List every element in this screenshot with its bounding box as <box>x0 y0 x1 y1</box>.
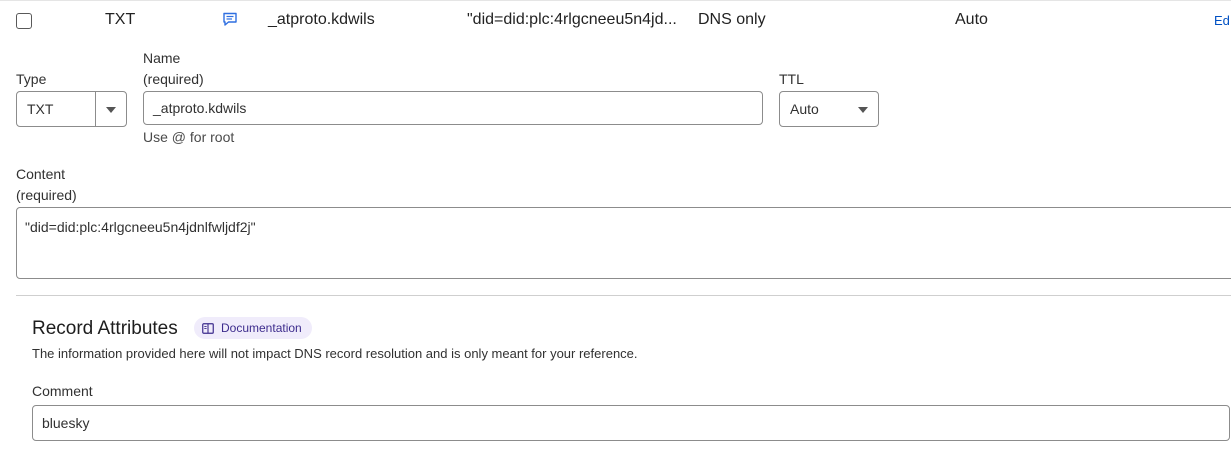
record-attributes-title: Record Attributes <box>32 318 178 339</box>
comment-icon[interactable] <box>222 11 238 27</box>
name-input[interactable]: _atproto.kdwils <box>143 91 763 125</box>
ttl-select[interactable]: Auto <box>779 91 879 127</box>
content-label: Content <box>16 166 66 182</box>
content-required-label: (required) <box>16 187 77 203</box>
name-help-text: Use @ for root <box>143 129 235 145</box>
comment-input[interactable]: bluesky <box>32 405 1230 441</box>
type-select[interactable]: TXT <box>16 91 127 127</box>
row-select-checkbox[interactable] <box>16 13 32 29</box>
caret-down-icon <box>106 107 116 113</box>
row-content: "did=did:plc:4rlgcneeu5n4jd... <box>467 11 677 28</box>
type-select-divider <box>95 92 96 126</box>
ttl-label: TTL <box>779 71 804 87</box>
section-divider <box>16 295 1231 296</box>
documentation-link-label: Documentation <box>221 321 302 335</box>
type-label: Type <box>16 71 47 87</box>
content-textarea[interactable]: "did=did:plc:4rlgcneeu5n4jdnlfwljdf2j" <box>16 207 1231 279</box>
caret-down-icon <box>858 107 868 113</box>
name-required-label: (required) <box>143 71 204 87</box>
type-select-value: TXT <box>27 101 54 117</box>
documentation-link[interactable]: Documentation <box>194 317 312 339</box>
row-type: TXT <box>105 11 136 28</box>
row-edit-link[interactable]: Ed <box>1214 13 1230 28</box>
book-icon <box>202 322 214 334</box>
record-attributes-description: The information provided here will not i… <box>32 346 638 361</box>
name-label: Name <box>143 50 181 66</box>
row-proxy-status: DNS only <box>698 11 766 28</box>
ttl-select-value: Auto <box>790 101 819 117</box>
comment-label: Comment <box>32 383 93 399</box>
row-ttl: Auto <box>955 11 988 28</box>
row-top-border <box>0 0 1231 1</box>
row-name: _atproto.kdwils <box>268 11 375 28</box>
